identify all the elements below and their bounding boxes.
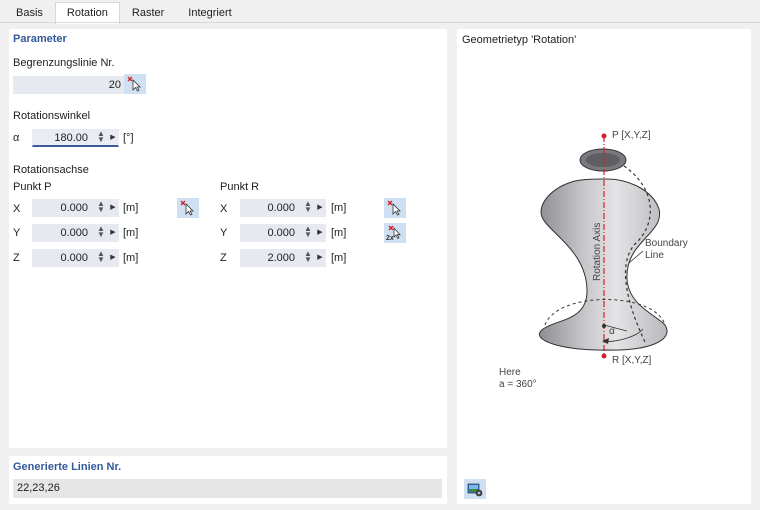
image-settings-button[interactable] bbox=[464, 479, 486, 499]
parameter-panel: Parameter Begrenzungslinie Nr. 20 Rotati… bbox=[9, 29, 447, 448]
point-r-y-spinner[interactable]: ▲ ▼ bbox=[303, 224, 313, 242]
point-p-z-arrow[interactable]: ▶ bbox=[109, 249, 117, 267]
point-r-x-spinner[interactable]: ▲ ▼ bbox=[303, 199, 313, 217]
pick-point-r-button[interactable] bbox=[384, 198, 406, 218]
here-value-text: a = 360° bbox=[499, 379, 537, 390]
pick-node-icon bbox=[127, 76, 141, 92]
point-p-z-unit: [m] bbox=[123, 252, 139, 264]
alpha-label: α bbox=[13, 132, 20, 144]
point-p-x-arrow[interactable]: ▶ bbox=[109, 199, 117, 217]
point-r-z-label: Z bbox=[220, 252, 227, 264]
boundary-text-1: Boundary bbox=[645, 238, 688, 249]
point-p-z-label: Z bbox=[13, 252, 20, 264]
rotation-angle-label: Rotationswinkel bbox=[13, 110, 91, 122]
point-r-label: Punkt R bbox=[220, 181, 260, 193]
axis-text: Rotation Axis bbox=[592, 222, 603, 281]
point-p-y-unit: [m] bbox=[123, 227, 139, 239]
pick-node-icon bbox=[180, 200, 194, 216]
point-p-marker bbox=[601, 133, 607, 139]
point-r-x-unit: [m] bbox=[331, 202, 347, 214]
alpha-arrow[interactable]: ▶ bbox=[109, 129, 117, 147]
point-r-y-input[interactable]: 0.000 bbox=[240, 224, 326, 242]
point-r-text: R [X,Y,Z] bbox=[612, 355, 652, 366]
point-r-y-label: Y bbox=[220, 227, 228, 239]
point-p-z-spinner[interactable]: ▲ ▼ bbox=[96, 249, 106, 267]
point-r-z-unit: [m] bbox=[331, 252, 347, 264]
tab-rotation[interactable]: Rotation bbox=[54, 2, 120, 24]
point-r-marker bbox=[601, 353, 607, 359]
generated-lines-title: Generierte Linien Nr. bbox=[13, 461, 122, 473]
tab-bar: Basis Rotation Raster Integriert bbox=[4, 2, 244, 24]
generated-lines-field: 22,23,26 bbox=[13, 479, 442, 498]
tab-divider bbox=[0, 22, 760, 23]
point-r-y-unit: [m] bbox=[331, 227, 347, 239]
rotation-diagram bbox=[538, 133, 668, 359]
here-text: Here bbox=[499, 367, 521, 378]
tab-integriert[interactable]: Integriert bbox=[176, 2, 243, 23]
tab-raster[interactable]: Raster bbox=[120, 2, 176, 23]
svg-text:2x: 2x bbox=[386, 235, 394, 241]
point-p-label: Punkt P bbox=[13, 181, 52, 193]
angle-text: α bbox=[609, 326, 615, 337]
point-r-y-arrow[interactable]: ▶ bbox=[316, 224, 324, 242]
pick-point-p-button[interactable] bbox=[177, 198, 199, 218]
pick-two-nodes-icon: 2x bbox=[386, 225, 401, 241]
point-r-z-input[interactable]: 2.000 bbox=[240, 249, 326, 267]
alpha-spinner[interactable]: ▲ ▼ bbox=[96, 129, 106, 147]
tab-basis[interactable]: Basis bbox=[4, 2, 55, 23]
point-p-x-spinner[interactable]: ▲ ▼ bbox=[96, 199, 106, 217]
boundary-line-input[interactable]: 20 bbox=[13, 76, 126, 94]
point-p-y-arrow[interactable]: ▶ bbox=[109, 224, 117, 242]
image-settings-icon bbox=[467, 483, 483, 497]
point-r-x-label: X bbox=[220, 203, 228, 215]
point-r-x-arrow[interactable]: ▶ bbox=[316, 199, 324, 217]
boundary-text-2: Line bbox=[645, 250, 664, 261]
pick-boundary-line-button[interactable] bbox=[124, 74, 146, 94]
geometry-panel: Geometrietyp 'Rotation' P [X,Y,Z] R [X,Y… bbox=[457, 29, 751, 504]
pick-node-icon bbox=[387, 200, 401, 216]
point-r-z-spinner[interactable]: ▲ ▼ bbox=[303, 249, 313, 267]
point-r-z-arrow[interactable]: ▶ bbox=[316, 249, 324, 267]
point-r-x-input[interactable]: 0.000 bbox=[240, 199, 326, 217]
pick-two-points-button[interactable]: 2x bbox=[384, 223, 406, 243]
rotation-axis-label: Rotationsachse bbox=[13, 164, 89, 176]
point-p-x-unit: [m] bbox=[123, 202, 139, 214]
parameter-title: Parameter bbox=[13, 33, 67, 45]
point-p-x-label: X bbox=[13, 203, 21, 215]
boundary-line-label: Begrenzungslinie Nr. bbox=[13, 57, 115, 69]
point-p-text: P [X,Y,Z] bbox=[612, 130, 651, 141]
point-p-y-label: Y bbox=[13, 227, 21, 239]
alpha-unit: [°] bbox=[123, 132, 134, 144]
point-p-y-spinner[interactable]: ▲ ▼ bbox=[96, 224, 106, 242]
